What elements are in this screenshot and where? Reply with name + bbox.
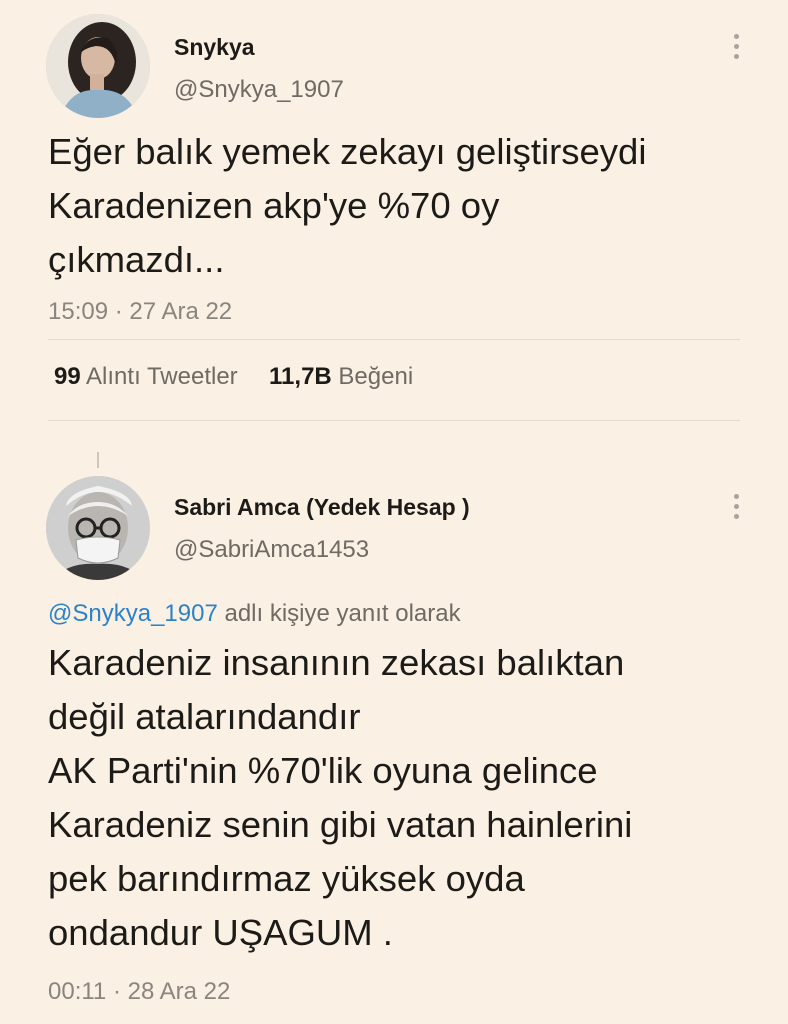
tweet-text-line: değil atalarındandır — [48, 696, 361, 737]
tweet-text-line: Eğer balık yemek zekayı geliştirseydi — [48, 131, 647, 172]
divider — [48, 339, 740, 340]
thread-connector — [97, 452, 99, 468]
more-vertical-icon[interactable] — [732, 34, 740, 64]
display-name[interactable]: Sabri Amca (Yedek Hesap ) — [174, 494, 470, 521]
reply-mention-link[interactable]: @Snykya_1907 — [48, 600, 218, 627]
tweet-text-line: Karadeniz senin gibi vatan hainlerini — [48, 804, 633, 845]
tweet-time: 00:11 — [48, 978, 107, 1005]
tweet-text-line: Karadenizen akp'ye %70 oy — [48, 185, 500, 226]
engagement-stats: 99 Alıntı Tweetler 11,7B Beğeni — [54, 363, 413, 391]
like-label: Beğeni — [338, 363, 414, 390]
user-handle[interactable]: @Snykya_1907 — [174, 76, 344, 104]
tweet-date: 27 Ara 22 — [129, 298, 233, 325]
tweet-timestamp[interactable]: 00:11 · 28 Ara 22 — [48, 978, 230, 1006]
tweet-time: 15:09 — [48, 298, 109, 325]
tweet-2: Sabri Amca (Yedek Hesap ) @SabriAmca1453… — [0, 470, 788, 1024]
tweet-timestamp[interactable]: 15:09 · 27 Ara 22 — [48, 298, 232, 326]
quote-label: Alıntı Tweetler — [86, 363, 238, 390]
like-count: 11,7B — [269, 363, 332, 390]
tweet-text-line: ondandur UŞAGUM . — [48, 912, 393, 953]
avatar-image — [46, 14, 150, 118]
tweet-text-line: çıkmazdı... — [48, 239, 225, 280]
reply-context-text: adlı kişiye yanıt olarak — [224, 600, 461, 627]
tweet-text: Karadeniz insanının zekası balıktan deği… — [48, 636, 632, 960]
avatar-image — [46, 476, 150, 580]
tweet-text: Eğer balık yemek zekayı geliştirseydi Ka… — [48, 125, 646, 287]
meta-separator: · — [114, 298, 123, 325]
tweet-text-line: pek barındırmaz yüksek oyda — [48, 858, 525, 899]
user-handle[interactable]: @SabriAmca1453 — [174, 536, 369, 564]
reply-context: @Snykya_1907 adlı kişiye yanıt olarak — [48, 600, 461, 628]
avatar-sabriamca[interactable] — [46, 476, 150, 580]
tweet-text-line: AK Parti'nin %70'lik oyuna gelince — [48, 750, 598, 791]
tweet-1: Snykya @Snykya_1907 Eğer balık yemek zek… — [0, 0, 788, 440]
quote-tweets-link[interactable]: 99 Alıntı Tweetler — [54, 363, 244, 390]
tweet-text-line: Karadeniz insanının zekası balıktan — [48, 642, 625, 683]
display-name[interactable]: Snykya — [174, 34, 255, 61]
tweet-date: 28 Ara 22 — [127, 978, 231, 1005]
more-vertical-icon[interactable] — [732, 494, 740, 524]
likes-link[interactable]: 11,7B Beğeni — [269, 363, 413, 390]
avatar-snykya[interactable] — [46, 14, 150, 118]
quote-count: 99 — [54, 363, 81, 390]
meta-separator: · — [112, 978, 121, 1005]
divider — [48, 420, 740, 421]
